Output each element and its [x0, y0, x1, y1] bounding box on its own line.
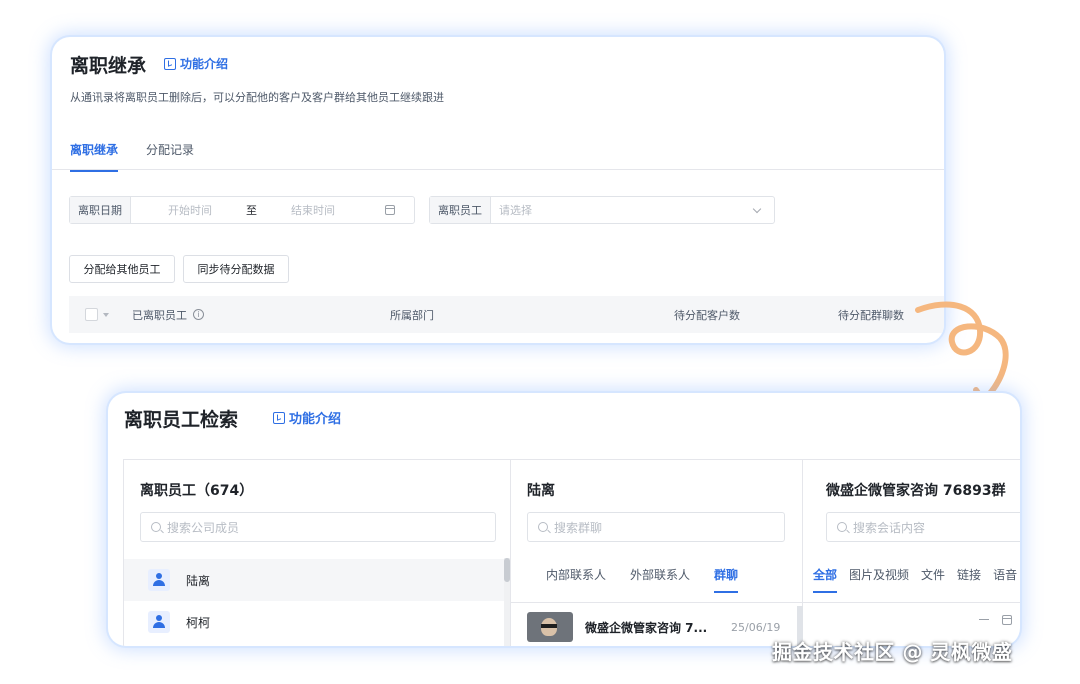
minus-icon[interactable]	[979, 619, 989, 621]
selected-employee-heading: 陆离	[527, 483, 555, 499]
tab-bar: 离职继承 分配记录	[70, 141, 194, 172]
chevron-down-icon	[752, 204, 762, 213]
tab-internal-contacts[interactable]: 内部联系人	[546, 566, 606, 593]
col-resigned-employee-label: 已离职员工	[132, 308, 187, 322]
tab-inheritance[interactable]: 离职继承	[70, 141, 119, 172]
info-icon[interactable]: i	[193, 309, 204, 320]
caret-down-icon[interactable]	[103, 312, 109, 317]
employee-name: 陆离	[186, 573, 211, 588]
user-avatar-icon	[148, 611, 170, 633]
assign-to-others-button[interactable]: 分配给其他员工	[69, 255, 175, 283]
group-search-input[interactable]: 搜索群聊	[527, 512, 785, 542]
group-date: 25/06/19	[731, 620, 781, 634]
feature-intro-label-2: 功能介绍	[289, 412, 342, 427]
feature-intro-link[interactable]: 功能介绍	[164, 55, 228, 72]
tab-group-chats[interactable]: 群聊	[714, 566, 739, 593]
search-icon	[538, 522, 548, 532]
group-search-placeholder: 搜索群聊	[554, 520, 603, 535]
employee-list-scrollbar[interactable]	[504, 558, 510, 646]
calendar-icon[interactable]	[1002, 615, 1012, 625]
search-icon	[837, 522, 847, 532]
tab-assign-records[interactable]: 分配记录	[146, 141, 194, 172]
employee-name: 柯柯	[186, 615, 211, 630]
select-all-control[interactable]	[85, 296, 109, 333]
groups-panel: 陆离 搜索群聊 内部联系人 外部联系人 群聊 微盛企微管家咨询 7... 25/…	[511, 460, 803, 646]
chat-content-tabs: 全部 图片及视频 文件 链接 语音	[813, 566, 1017, 593]
chat-toolbar	[803, 610, 1020, 630]
resign-date-filter[interactable]: 离职日期 开始时间 至 结束时间	[69, 196, 415, 224]
tab-files[interactable]: 文件	[921, 566, 945, 593]
chat-search-placeholder: 搜索会话内容	[853, 520, 926, 535]
member-search-placeholder: 搜索公司成员	[167, 520, 240, 535]
watermark: 掘金技术社区 @ 灵枫微盛	[772, 640, 1013, 664]
col-resigned-employee: 已离职员工 i	[132, 296, 204, 333]
employees-panel: 离职员工（674） 搜索公司成员 陆离 柯柯	[124, 460, 511, 646]
calendar-icon[interactable]	[385, 205, 395, 215]
user-avatar-icon	[148, 569, 170, 591]
tab-divider	[803, 602, 1020, 603]
tab-divider	[511, 602, 802, 603]
employees-heading: 离职员工（674）	[140, 483, 254, 499]
feature-intro-link-2[interactable]: 功能介绍	[273, 408, 341, 427]
tab-images-videos[interactable]: 图片及视频	[849, 566, 909, 593]
contact-type-tabs: 内部联系人 外部联系人 群聊	[546, 566, 739, 593]
chat-panel: 微盛企微管家咨询 76893群 搜索会话内容 全部 图片及视频 文件 链接 语音	[803, 460, 1020, 646]
resign-date-label: 离职日期	[70, 197, 131, 223]
book-icon	[273, 411, 285, 424]
select-all-checkbox[interactable]	[85, 308, 98, 321]
search-page-title: 离职员工检索	[124, 409, 239, 431]
tab-links[interactable]: 链接	[957, 566, 981, 593]
employee-select-placeholder: 请选择	[499, 204, 532, 217]
chat-heading: 微盛企微管家咨询 76893群	[826, 483, 1006, 499]
group-name: 微盛企微管家咨询 7...	[585, 620, 708, 635]
chat-search-input[interactable]: 搜索会话内容	[826, 512, 1020, 542]
page-description: 从通讯录将离职员工删除后，可以分配他的客户及客户群给其他员工继续跟进	[70, 91, 444, 104]
group-list-item[interactable]: 微盛企微管家咨询 7... 25/06/19	[511, 606, 797, 646]
sync-pending-data-button[interactable]: 同步待分配数据	[183, 255, 289, 283]
feature-intro-label: 功能介绍	[180, 57, 229, 71]
col-pending-groups: 待分配群聊数	[838, 308, 904, 322]
start-date-input[interactable]: 开始时间	[168, 202, 212, 218]
resignation-inheritance-card: 离职继承 功能介绍 从通讯录将离职员工删除后，可以分配他的客户及客户群给其他员工…	[52, 37, 944, 343]
search-panels: 离职员工（674） 搜索公司成员 陆离 柯柯 陆离 搜索群聊 内部联系人 外部联…	[123, 459, 1020, 646]
tab-divider	[52, 169, 944, 170]
end-date-input[interactable]: 结束时间	[291, 202, 335, 218]
employee-list-item[interactable]: 陆离	[124, 559, 504, 601]
book-icon	[164, 57, 176, 70]
date-range-separator: 至	[246, 204, 257, 217]
resigned-employee-label: 离职员工	[430, 197, 491, 223]
tab-voice[interactable]: 语音	[993, 566, 1017, 593]
employee-list-item[interactable]: 柯柯	[124, 601, 504, 643]
col-pending-customers: 待分配客户数	[674, 308, 740, 322]
tab-external-contacts[interactable]: 外部联系人	[630, 566, 690, 593]
member-search-input[interactable]: 搜索公司成员	[140, 512, 496, 542]
search-icon	[151, 522, 161, 532]
table-header: 已离职员工 i 所属部门 待分配客户数 待分配群聊数	[69, 296, 944, 333]
resigned-employee-search-card: 离职员工检索 功能介绍 离职员工（674） 搜索公司成员 陆离 柯柯 陆离 搜索…	[108, 393, 1020, 646]
col-department: 所属部门	[390, 308, 434, 322]
page-title: 离职继承	[70, 55, 147, 77]
tab-all[interactable]: 全部	[813, 566, 838, 593]
group-avatar	[527, 612, 573, 642]
resigned-employee-select[interactable]: 离职员工 请选择	[429, 196, 775, 224]
